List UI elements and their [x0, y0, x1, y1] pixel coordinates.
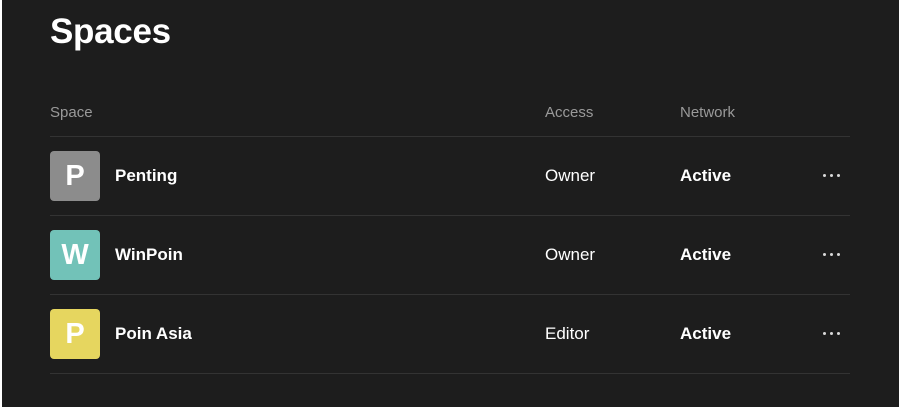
spaces-table: Space Access Network P Penting Owner Act…: [50, 92, 850, 374]
row-menu-button[interactable]: [816, 242, 846, 266]
space-avatar: W: [50, 230, 100, 280]
page-title: Spaces: [50, 12, 171, 51]
space-name[interactable]: Penting: [115, 166, 177, 186]
space-avatar: P: [50, 151, 100, 201]
network-status: Active: [680, 324, 732, 343]
spaces-panel: Spaces Space Access Network P Penting Ow…: [2, 0, 899, 407]
more-horizontal-icon: [822, 173, 840, 177]
row-menu-button[interactable]: [816, 163, 846, 187]
access-cell: Owner: [545, 166, 596, 185]
column-header-space: Space: [50, 104, 93, 121]
more-horizontal-icon: [822, 331, 840, 335]
table-header: Space Access Network: [50, 92, 850, 137]
access-cell: Owner: [545, 245, 596, 264]
access-cell: Editor: [545, 324, 590, 343]
more-horizontal-icon: [822, 252, 840, 256]
space-name[interactable]: WinPoin: [115, 245, 183, 265]
column-header-access: Access: [545, 104, 594, 121]
row-menu-button[interactable]: [816, 321, 846, 345]
space-name[interactable]: Poin Asia: [115, 324, 192, 344]
space-avatar: P: [50, 309, 100, 359]
table-row[interactable]: P Penting Owner Active: [50, 137, 850, 216]
network-status: Active: [680, 245, 732, 264]
table-row[interactable]: P Poin Asia Editor Active: [50, 295, 850, 374]
column-header-network: Network: [680, 104, 736, 121]
table-row[interactable]: W WinPoin Owner Active: [50, 216, 850, 295]
network-status: Active: [680, 166, 732, 185]
